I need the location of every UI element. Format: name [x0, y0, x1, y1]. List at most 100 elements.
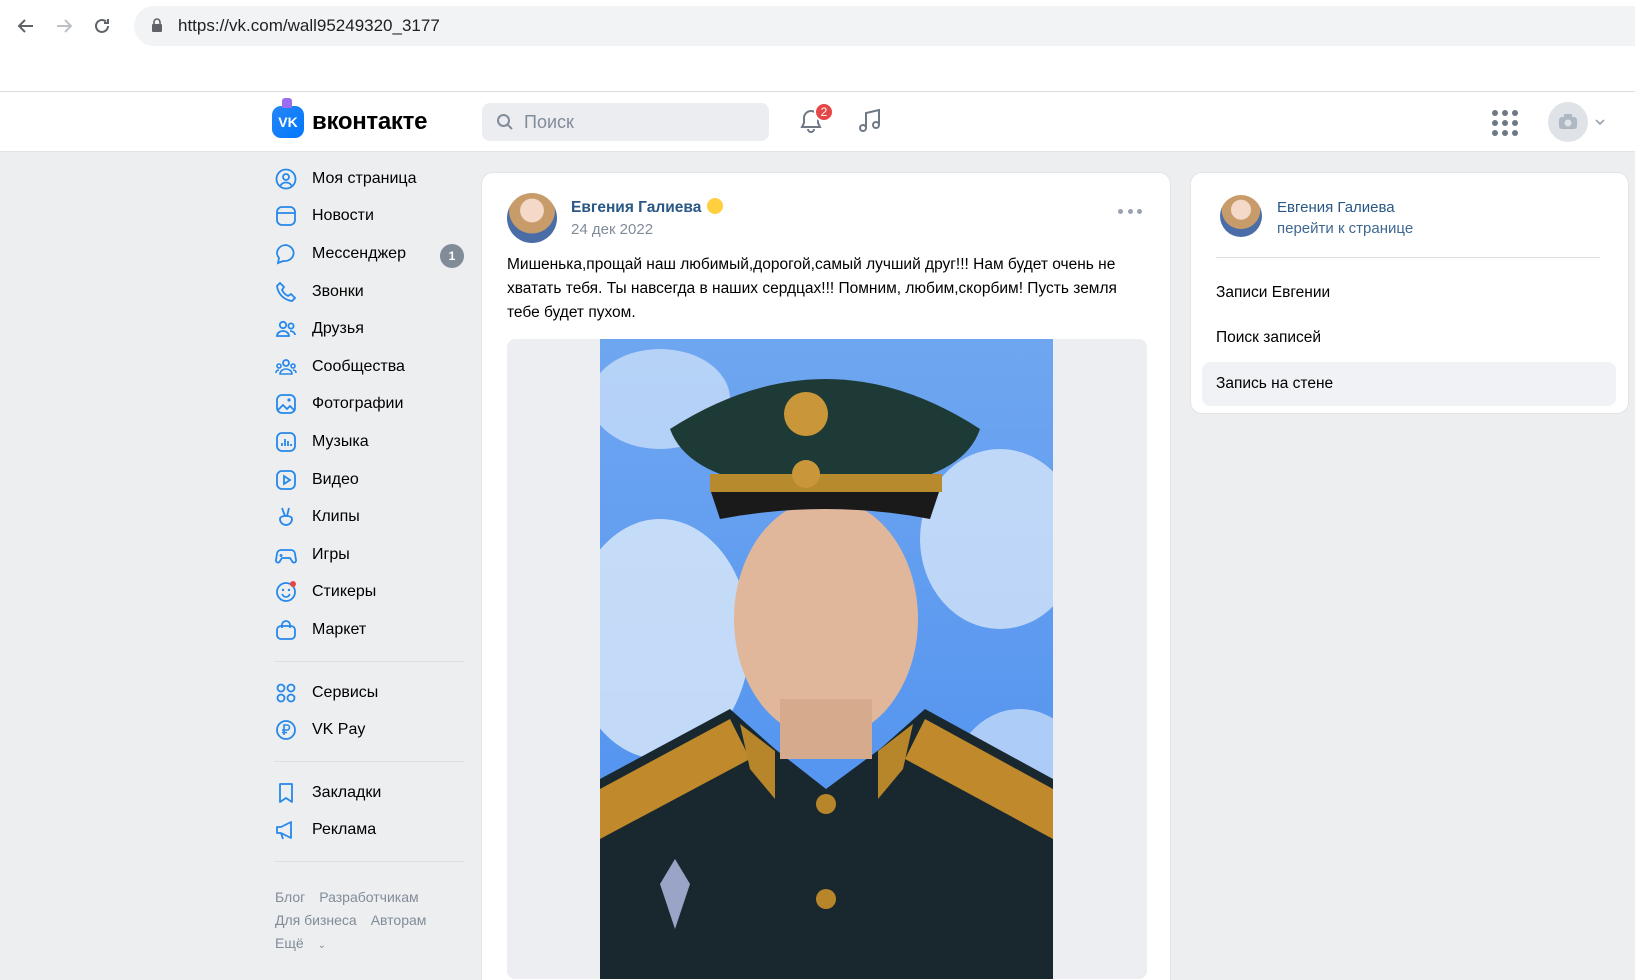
side-divider: [1216, 257, 1600, 258]
music-note-icon: [859, 108, 880, 132]
sidebar-item-label: Реклама: [312, 821, 377, 839]
right-panel: Евгения Галиева перейти к странице Запис…: [1190, 172, 1629, 414]
footer-link-business[interactable]: Для бизнеса: [275, 912, 357, 928]
sidebar-item-music[interactable]: Музыка: [264, 423, 464, 461]
sidebar-item-label: Музыка: [312, 432, 369, 450]
music-button[interactable]: [855, 106, 887, 138]
address-bar[interactable]: https://vk.com/wall95249320_3177: [134, 6, 1635, 46]
sidebar-item-label: Новости: [312, 207, 374, 225]
footer-link-developers[interactable]: Разработчикам: [319, 889, 418, 905]
side-item-user-posts[interactable]: Записи Евгении: [1202, 271, 1616, 315]
reload-button[interactable]: [86, 10, 118, 42]
sidebar-item-video[interactable]: Видео: [264, 461, 464, 499]
search-input[interactable]: [524, 103, 759, 141]
sidebar-item-communities[interactable]: Сообщества: [264, 348, 464, 386]
sidebar-item-ads[interactable]: Реклама: [264, 812, 464, 850]
sidebar-item-clips[interactable]: Клипы: [264, 498, 464, 536]
search-box[interactable]: [482, 103, 769, 141]
video-icon: [274, 468, 298, 492]
sidebar-item-vk-pay[interactable]: VK Pay: [264, 711, 464, 749]
sidebar-item-label: Клипы: [312, 508, 360, 526]
chevron-down-icon[interactable]: [1594, 116, 1606, 128]
market-icon: [274, 618, 298, 642]
megaphone-icon: [274, 818, 298, 842]
side-author-avatar[interactable]: [1220, 195, 1262, 237]
footer-link-blog[interactable]: Блог: [275, 889, 305, 905]
post-author-name[interactable]: Евгения Галиева: [571, 199, 701, 216]
post-more-options-icon[interactable]: [1118, 203, 1142, 219]
post-author-link[interactable]: Евгения Галиева: [571, 198, 724, 217]
message-icon: [274, 242, 298, 266]
footer-link-more[interactable]: Ещё: [275, 935, 304, 951]
sidebar-item-market[interactable]: Маркет: [264, 611, 464, 649]
lock-icon: [152, 18, 162, 32]
news-icon: [274, 204, 298, 228]
sidebar-item-label: Фотографии: [312, 395, 404, 413]
sidebar-item-stickers[interactable]: Стикеры: [264, 574, 464, 612]
go-to-page-link[interactable]: перейти к странице: [1277, 220, 1413, 237]
phone-icon: [274, 280, 298, 304]
reload-icon: [95, 18, 109, 33]
apps-grid-icon[interactable]: [1492, 110, 1518, 136]
sidebar-item-label: Видео: [312, 470, 359, 488]
services-icon: [274, 681, 298, 705]
friends-icon: [274, 317, 298, 341]
left-sidebar: Моя страница Новости Мессенджер 1 Звонки…: [264, 160, 464, 874]
arrow-right-icon: [57, 19, 73, 33]
logo-text: вконтакте: [312, 108, 428, 135]
author-avatar[interactable]: [507, 193, 557, 243]
sidebar-item-label: Мессенджер: [312, 244, 406, 262]
sidebar-item-services[interactable]: Сервисы: [264, 674, 464, 712]
post-date[interactable]: 24 дек 2022: [571, 221, 653, 238]
sidebar-divider: [274, 760, 464, 762]
arrow-left-icon: [17, 19, 33, 33]
post-photo-container[interactable]: [507, 339, 1147, 979]
vk-logo-icon: VK: [272, 98, 304, 138]
sidebar-divider: [274, 861, 464, 863]
post-text: Мишенька,прощай наш любимый,дорогой,самы…: [507, 256, 1117, 321]
sidebar-item-label: Маркет: [312, 620, 367, 638]
chevron-down-icon: ⌄: [317, 940, 327, 951]
sidebar-item-friends[interactable]: Друзья: [264, 310, 464, 348]
notifications-badge: 2: [814, 102, 834, 122]
sidebar-item-label: Друзья: [312, 320, 364, 338]
sidebar-item-messenger[interactable]: Мессенджер 1: [264, 235, 464, 273]
side-author-name[interactable]: Евгения Галиева: [1277, 199, 1395, 216]
sidebar-item-label: Сообщества: [312, 357, 405, 375]
footer-link-authors[interactable]: Авторам: [371, 912, 427, 928]
sidebar-divider: [274, 660, 464, 662]
url-text[interactable]: https://vk.com/wall95249320_3177: [178, 16, 440, 36]
sidebar-item-calls[interactable]: Звонки: [264, 273, 464, 311]
clips-icon: [274, 505, 298, 529]
sidebar-item-label: Сервисы: [312, 683, 379, 701]
sidebar-item-label: VK Pay: [312, 721, 366, 739]
sidebar-footer-links: Блог Разработчикам Для бизнеса Авторам Ещё…: [275, 886, 475, 957]
music-icon: [274, 430, 298, 454]
sidebar-item-games[interactable]: Игры: [264, 536, 464, 574]
search-icon: [497, 114, 513, 130]
sidebar-item-photos[interactable]: Фотографии: [264, 386, 464, 424]
site-header: VK вконтакте 2: [0, 92, 1635, 152]
browser-toolbar: https://vk.com/wall95249320_3177: [0, 0, 1635, 92]
sidebar-item-my-page[interactable]: Моя страница: [264, 160, 464, 198]
photo-icon: [274, 392, 298, 416]
side-item-wall-post[interactable]: Запись на стене: [1202, 362, 1616, 406]
post-photo[interactable]: [600, 339, 1053, 979]
sidebar-item-label: Звонки: [312, 282, 364, 300]
wall-post: Евгения Галиева 24 дек 2022 Мишенька,про…: [481, 172, 1171, 980]
sidebar-item-news[interactable]: Новости: [264, 198, 464, 236]
messenger-count-badge: 1: [440, 244, 464, 269]
bookmark-icon: [274, 781, 298, 805]
user-circle-icon: [274, 167, 298, 191]
sticker-icon: [274, 580, 298, 604]
forward-button[interactable]: [48, 10, 80, 42]
communities-icon: [274, 355, 298, 379]
sidebar-item-label: Закладки: [312, 783, 382, 801]
sidebar-item-bookmarks[interactable]: Закладки: [264, 774, 464, 812]
sidebar-item-label: Стикеры: [312, 583, 377, 601]
gamepad-icon: [274, 543, 298, 567]
back-button[interactable]: [10, 10, 42, 42]
side-item-search-posts[interactable]: Поиск записей: [1202, 316, 1616, 360]
profile-avatar-button[interactable]: [1548, 102, 1588, 142]
vk-logo[interactable]: VK вконтакте: [272, 98, 428, 138]
